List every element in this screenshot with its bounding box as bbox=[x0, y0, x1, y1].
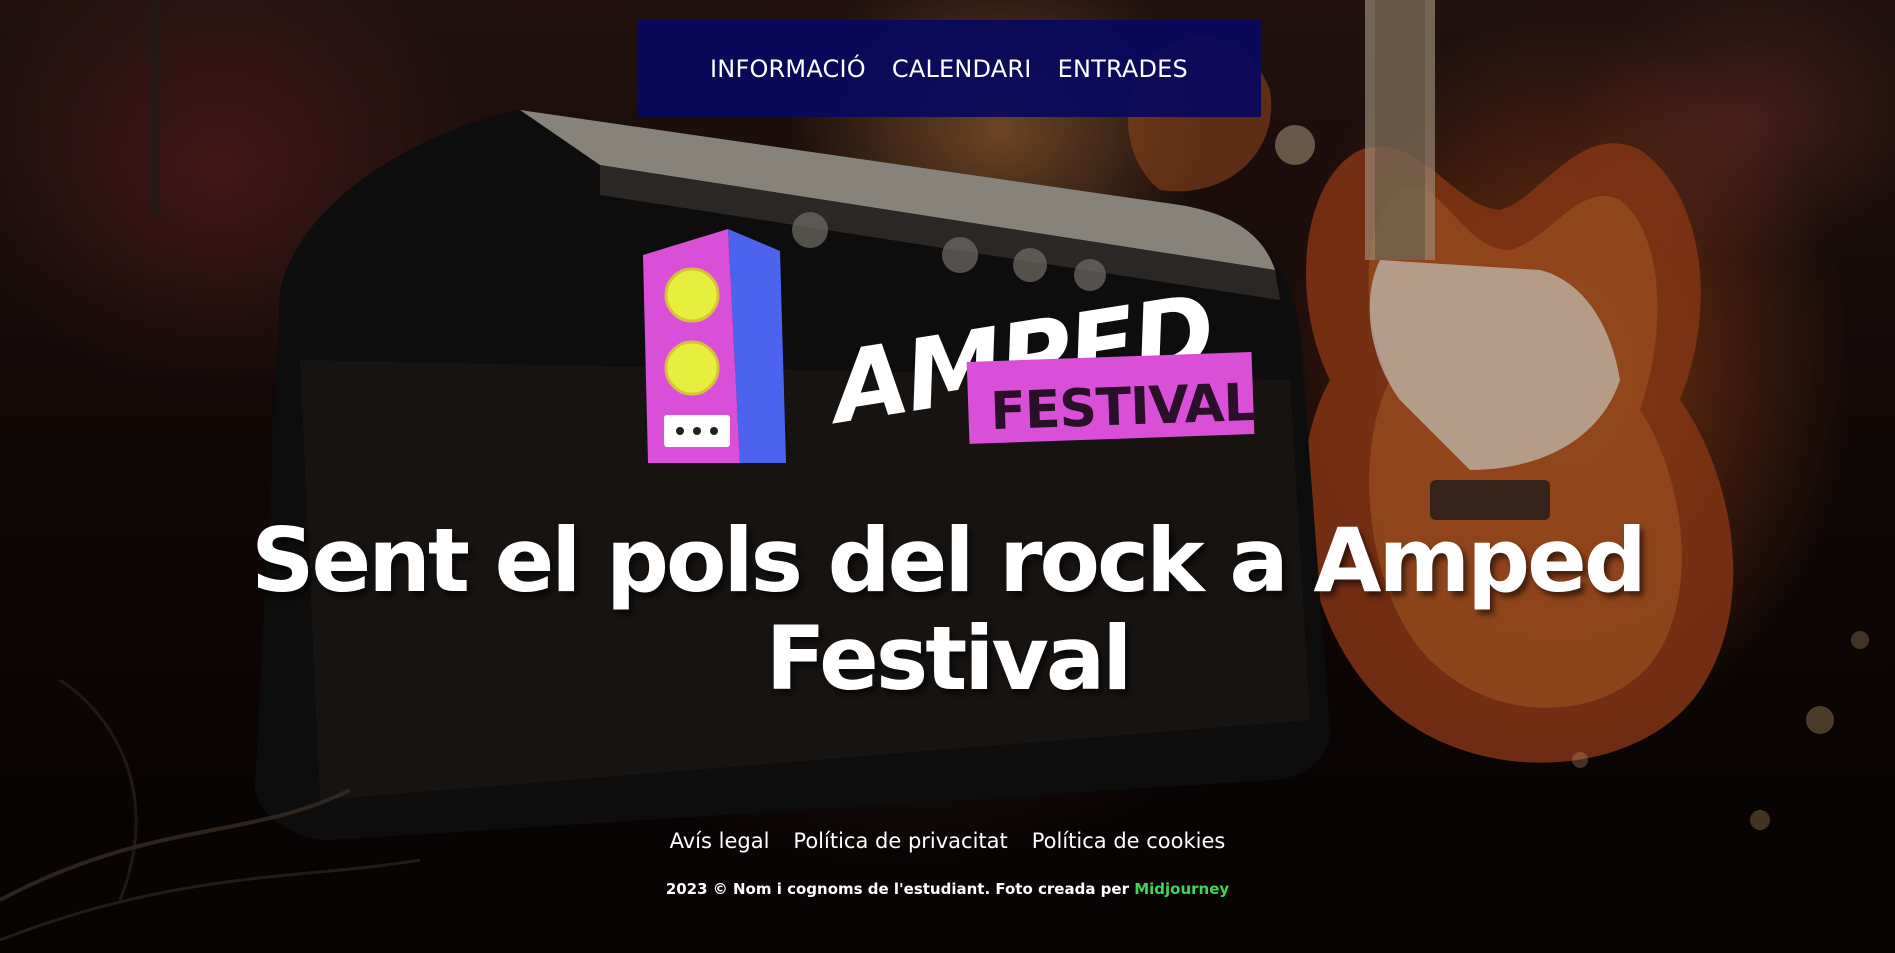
headline-line-1: Sent el pols del rock a Amped bbox=[251, 509, 1647, 612]
amped-festival-logo: AMPED FESTIVAL bbox=[643, 229, 1257, 463]
nav-entrades-link[interactable]: ENTRADES bbox=[1058, 55, 1188, 83]
copyright-text: 2023 © Nom i cognoms de l'estudiant. Fot… bbox=[665, 880, 1135, 898]
privacy-policy-link[interactable]: Política de privacitat bbox=[793, 829, 1007, 853]
main-nav: INFORMACIÓ CALENDARI ENTRADES bbox=[637, 20, 1261, 117]
hero-page: INFORMACIÓ CALENDARI ENTRADES AMPED FEST… bbox=[0, 0, 1895, 953]
headline-line-2: Festival bbox=[765, 607, 1133, 710]
midjourney-credit-link[interactable]: Midjourney bbox=[1134, 880, 1229, 898]
nav-informacio-link[interactable]: INFORMACIÓ bbox=[710, 55, 866, 83]
legal-notice-link[interactable]: Avís legal bbox=[670, 829, 770, 853]
footer-links: Avís legal Política de privacitat Políti… bbox=[0, 829, 1895, 853]
copyright-line: 2023 © Nom i cognoms de l'estudiant. Fot… bbox=[0, 880, 1895, 898]
nav-calendari-link[interactable]: CALENDARI bbox=[892, 55, 1032, 83]
background-overlay bbox=[0, 0, 1895, 953]
logo-festival-text: FESTIVAL bbox=[989, 373, 1256, 442]
cookies-policy-link[interactable]: Política de cookies bbox=[1032, 829, 1226, 853]
hero-headline: Sent el pols del rock a Amped Festival bbox=[180, 512, 1715, 708]
